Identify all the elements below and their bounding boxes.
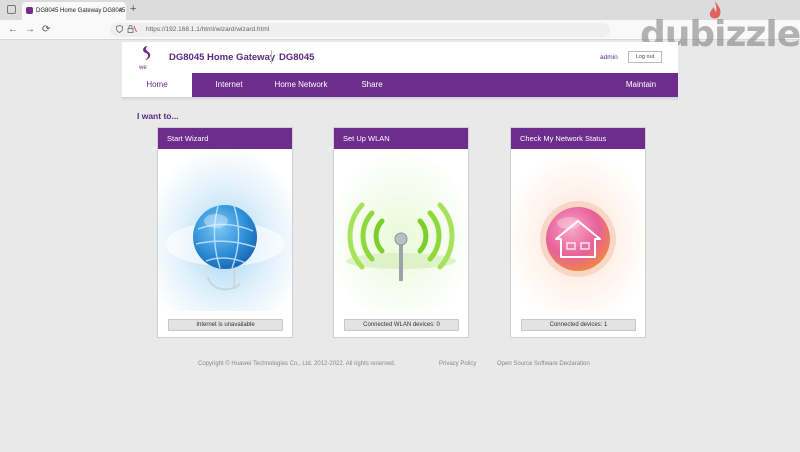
- section-heading: I want to...: [137, 111, 179, 121]
- user-name[interactable]: admin: [600, 54, 618, 61]
- forward-icon[interactable]: →: [25, 24, 35, 35]
- status-badge: Connected devices: 1: [521, 319, 636, 331]
- copyright-text: Copyright © Huawei Technologies Co., Ltd…: [198, 361, 396, 367]
- home-network-icon: [511, 149, 645, 311]
- new-tab-button[interactable]: +: [130, 4, 136, 15]
- svg-text:we: we: [138, 65, 147, 71]
- card-network-status[interactable]: Check My Network Status Connected device…: [510, 127, 646, 338]
- nav-internet[interactable]: Internet: [202, 73, 256, 97]
- url-text: https://192.168.1.1/html/wizard/wizard.h…: [146, 26, 270, 33]
- open-source-link[interactable]: Open Source Software Declaration: [497, 361, 590, 367]
- status-badge: Internet is unavailable: [168, 319, 283, 331]
- tab-list-icon[interactable]: [7, 5, 16, 14]
- card-title[interactable]: Start Wizard: [158, 128, 292, 149]
- tab-close-icon[interactable]: ×: [118, 6, 123, 15]
- lock-warning-icon[interactable]: [127, 25, 137, 36]
- tab-title: DG8045 Home Gateway DG8045: [36, 8, 126, 14]
- card-title[interactable]: Set Up WLAN: [334, 128, 468, 149]
- nav-home-network[interactable]: Home Network: [266, 73, 336, 97]
- product-title: DG8045 Home Gateway: [169, 52, 276, 63]
- title-divider: [271, 50, 272, 64]
- logout-button[interactable]: Log out: [628, 51, 662, 63]
- back-icon[interactable]: ←: [8, 24, 18, 35]
- card-start-wizard[interactable]: Start Wizard Internet is unavailable: [157, 127, 293, 338]
- status-badge: Connected WLAN devices: 0: [344, 319, 459, 331]
- main-nav: Home Internet Home Network Share Maintai…: [122, 73, 678, 97]
- shield-icon: [116, 25, 123, 36]
- nav-home[interactable]: Home: [122, 73, 192, 97]
- globe-icon: [158, 149, 292, 311]
- browser-tab[interactable]: DG8045 Home Gateway DG8045 ×: [22, 2, 126, 20]
- address-bar[interactable]: https://192.168.1.1/html/wizard/wizard.h…: [110, 23, 610, 37]
- router-header: we DG8045 Home Gateway DG8045 admin Log …: [122, 42, 678, 73]
- nav-shadow: [122, 97, 678, 101]
- nav-maintain[interactable]: Maintain: [616, 73, 666, 97]
- favicon-icon: [26, 7, 33, 14]
- model-name: DG8045: [279, 52, 315, 63]
- card-set-up-wlan[interactable]: Set Up WLAN Connected WLAN devices: 0: [333, 127, 469, 338]
- wifi-antenna-icon: [334, 149, 468, 311]
- we-logo-icon: we: [138, 46, 151, 71]
- card-title[interactable]: Check My Network Status: [511, 128, 645, 149]
- nav-share[interactable]: Share: [346, 73, 398, 97]
- privacy-policy-link[interactable]: Privacy Policy: [439, 361, 476, 367]
- reload-icon[interactable]: ⟳: [42, 24, 50, 35]
